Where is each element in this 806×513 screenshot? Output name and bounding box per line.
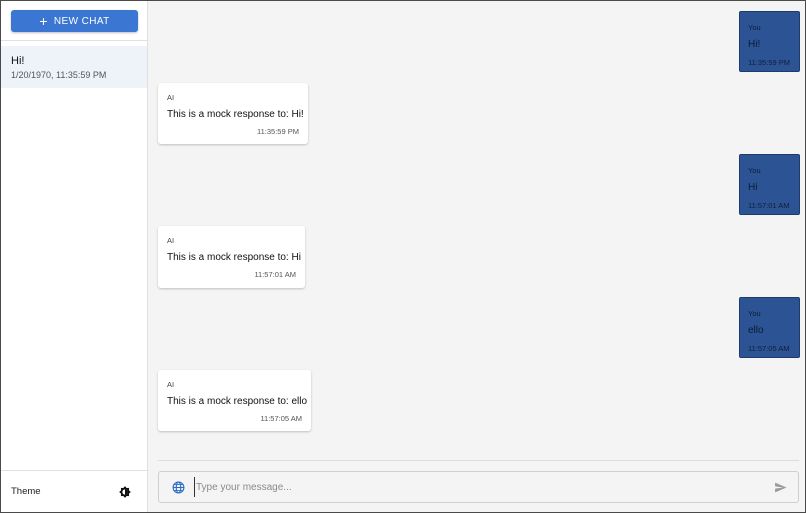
globe-icon[interactable] [171,480,185,494]
composer-divider [158,460,799,461]
user-message: You Hi! 11:35:59 PM [739,11,800,72]
message-sender: AI [167,93,175,102]
message-input[interactable] [194,477,772,497]
brightness-icon[interactable] [117,484,133,500]
new-chat-area: + NEW CHAT [1,1,147,41]
message-text: This is a mock response to: Hi [167,252,301,263]
message-time: 11:57:05 AM [260,414,302,423]
ai-message: AI This is a mock response to: ello 11:5… [158,370,311,431]
message-sender: You [748,166,761,175]
message-text: Hi [748,182,758,193]
new-chat-button[interactable]: + NEW CHAT [11,10,138,32]
new-chat-label: NEW CHAT [53,15,110,27]
message-composer [158,471,799,503]
user-message: You Hi 11:57:01 AM [739,154,800,215]
message-sender: AI [167,380,175,389]
message-time: 11:57:01 AM [748,201,790,210]
user-message: You ello 11:57:05 AM [739,297,800,358]
message-sender: You [748,23,761,32]
message-time: 11:57:01 AM [254,270,296,279]
message-sender: You [748,309,761,318]
chat-list-item[interactable]: Hi! 1/20/1970, 11:35:59 PM [1,46,147,88]
ai-message: AI This is a mock response to: Hi 11:57:… [158,226,305,288]
message-time: 11:57:05 AM [748,344,790,353]
chat-item-date: 1/20/1970, 11:35:59 PM [11,70,107,80]
chat-app: + NEW CHAT Hi! 1/20/1970, 11:35:59 PM Th… [0,0,806,513]
sidebar-footer: Theme [1,470,147,512]
plus-icon: + [39,13,48,29]
message-time: 11:35:59 PM [257,127,299,136]
message-time: 11:35:59 PM [748,58,790,67]
theme-label: Theme [11,486,41,497]
message-list: You Hi! 11:35:59 PM AI This is a mock re… [148,1,805,461]
chat-item-title: Hi! [11,55,25,67]
message-sender: AI [167,236,175,245]
message-text: This is a mock response to: ello [167,396,308,407]
chat-main: You Hi! 11:35:59 PM AI This is a mock re… [148,1,805,512]
message-text: This is a mock response to: Hi! [167,109,304,120]
send-icon[interactable] [772,479,788,495]
sidebar: + NEW CHAT Hi! 1/20/1970, 11:35:59 PM Th… [1,1,148,512]
message-text: ello [748,325,764,336]
chat-list: Hi! 1/20/1970, 11:35:59 PM [1,46,147,470]
ai-message: AI This is a mock response to: Hi! 11:35… [158,83,308,144]
message-text: Hi! [748,39,761,50]
